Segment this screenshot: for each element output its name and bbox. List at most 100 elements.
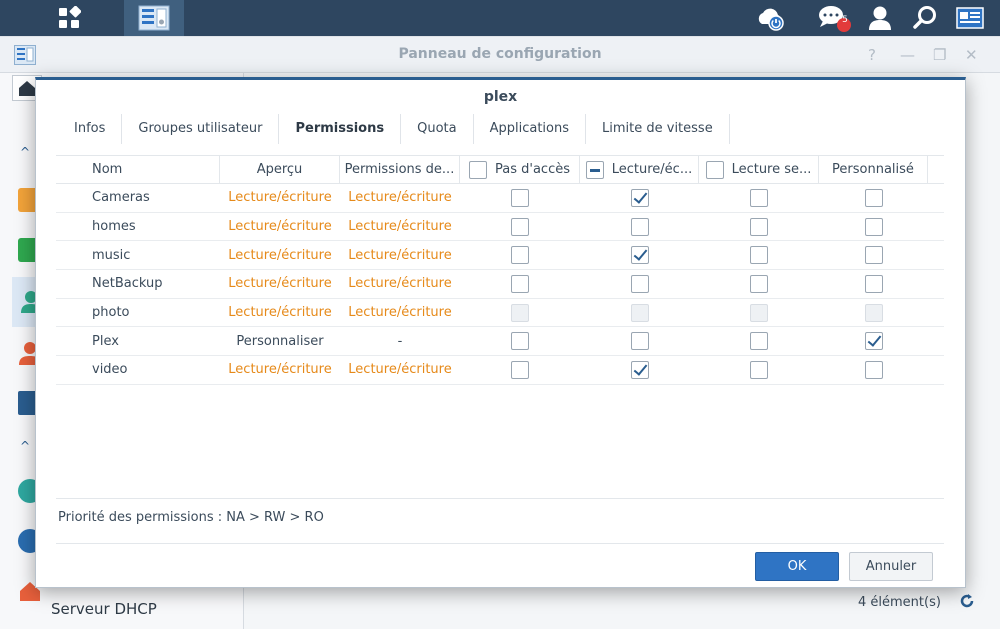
read-only-checkbox[interactable] xyxy=(750,188,768,207)
read-only-checkbox-cell xyxy=(699,213,819,241)
cloud-power-button[interactable] xyxy=(750,0,790,36)
tab-user-groups[interactable]: Groupes utilisateur xyxy=(122,114,280,144)
read-write-checkbox[interactable] xyxy=(630,217,649,236)
refresh-icon[interactable] xyxy=(958,592,976,610)
user-permissions-dialog: plex Infos Groupes utilisateur Permissio… xyxy=(35,77,966,588)
table-header: Nom Aperçu Permissions de... Pas d'accès… xyxy=(56,155,944,184)
control-panel-icon xyxy=(138,5,170,31)
read-write-checkbox[interactable] xyxy=(630,246,649,265)
tab-infos[interactable]: Infos xyxy=(58,114,123,144)
custom-checkbox-cell xyxy=(819,299,928,327)
close-icon[interactable]: ✕ xyxy=(965,46,978,64)
sidebar-item-dhcp-server[interactable]: Serveur DHCP xyxy=(51,600,157,618)
read-write-checkbox-cell xyxy=(580,270,699,298)
custom-checkbox-cell xyxy=(819,213,928,241)
select-all-no-access-checkbox[interactable] xyxy=(469,160,487,179)
no-access-checkbox[interactable] xyxy=(511,360,529,379)
maximize-icon[interactable]: ❐ xyxy=(933,46,946,64)
table-row[interactable]: photo Lecture/écriture Lecture/écriture xyxy=(56,299,944,328)
read-only-checkbox[interactable] xyxy=(750,246,768,265)
table-row[interactable]: music Lecture/écriture Lecture/écriture xyxy=(56,241,944,271)
divider xyxy=(56,543,944,544)
ok-button[interactable]: OK xyxy=(755,552,839,581)
cancel-button[interactable]: Annuler xyxy=(849,552,933,581)
custom-checkbox[interactable] xyxy=(864,188,883,207)
help-icon[interactable]: ? xyxy=(868,46,876,64)
column-header-no-access[interactable]: Pas d'accès xyxy=(460,156,580,183)
minimize-icon[interactable]: — xyxy=(900,46,915,64)
read-only-checkbox xyxy=(750,303,768,322)
column-header-read-write[interactable]: Lecture/éc... xyxy=(580,156,699,183)
no-access-checkbox[interactable] xyxy=(511,188,529,207)
no-access-checkbox-cell xyxy=(460,327,580,355)
read-write-checkbox-cell xyxy=(580,241,699,269)
read-only-checkbox[interactable] xyxy=(750,217,768,236)
user-menu-button[interactable] xyxy=(860,0,900,36)
widgets-icon xyxy=(956,7,984,29)
share-name: Cameras xyxy=(92,190,150,206)
search-icon xyxy=(913,6,936,29)
custom-checkbox[interactable] xyxy=(864,246,883,265)
read-write-checkbox[interactable] xyxy=(630,188,649,207)
read-write-checkbox-cell xyxy=(580,356,699,384)
dialog-tabs: Infos Groupes utilisateur Permissions Qu… xyxy=(58,114,730,144)
tab-quota[interactable]: Quota xyxy=(401,114,474,144)
column-header-custom[interactable]: Personnalisé xyxy=(819,156,928,183)
custom-checkbox[interactable] xyxy=(864,360,883,379)
table-row[interactable]: video Lecture/écriture Lecture/écriture xyxy=(56,356,944,385)
read-write-checkbox-cell xyxy=(580,327,699,355)
table-row[interactable]: NetBackup Lecture/écriture Lecture/écritur… xyxy=(56,270,944,299)
read-write-checkbox[interactable] xyxy=(630,332,649,351)
no-access-checkbox[interactable] xyxy=(511,217,529,236)
preview-permission: Lecture/écriture xyxy=(228,276,332,292)
column-header-group-permissions[interactable]: Permissions de... xyxy=(340,156,460,183)
chevron-up-icon[interactable]: ^ xyxy=(20,439,30,453)
select-all-read-write-checkbox[interactable] xyxy=(585,160,604,179)
read-only-checkbox-cell xyxy=(699,184,819,212)
permissions-table: Nom Aperçu Permissions de... Pas d'accès… xyxy=(56,155,944,385)
no-access-checkbox[interactable] xyxy=(511,274,529,293)
read-write-checkbox xyxy=(630,303,649,322)
read-only-checkbox[interactable] xyxy=(750,332,768,351)
notifications-button[interactable]: 5 xyxy=(815,0,855,36)
tab-speed-limit[interactable]: Limite de vitesse xyxy=(586,114,730,144)
column-header-preview[interactable]: Aperçu xyxy=(220,156,340,183)
widgets-button[interactable] xyxy=(950,0,990,36)
preview-permission: Lecture/écriture xyxy=(228,305,332,321)
select-all-read-only-checkbox[interactable] xyxy=(705,160,724,179)
no-access-checkbox[interactable] xyxy=(511,246,529,265)
search-button[interactable] xyxy=(905,0,945,36)
read-write-checkbox[interactable] xyxy=(630,360,649,379)
main-menu-button[interactable] xyxy=(42,0,96,36)
custom-checkbox[interactable] xyxy=(864,332,883,351)
preview-permission: Lecture/écriture xyxy=(228,362,332,378)
column-header-name[interactable]: Nom xyxy=(56,156,220,183)
no-access-checkbox[interactable] xyxy=(511,332,529,351)
share-name: music xyxy=(92,247,131,263)
custom-checkbox-cell xyxy=(819,327,928,355)
share-name: Plex xyxy=(92,333,119,349)
group-permission: Lecture/écriture xyxy=(348,190,452,206)
table-row[interactable]: Cameras Lecture/écriture Lecture/écriture xyxy=(56,184,944,213)
read-only-checkbox[interactable] xyxy=(750,274,768,293)
group-permission: Lecture/écriture xyxy=(348,247,452,263)
custom-checkbox[interactable] xyxy=(864,274,883,293)
chevron-up-icon[interactable]: ^ xyxy=(20,145,30,159)
preview-permission: Lecture/écriture xyxy=(228,219,332,235)
tab-applications[interactable]: Applications xyxy=(474,114,587,144)
column-header-read-only[interactable]: Lecture se... xyxy=(699,156,819,183)
read-write-checkbox-cell xyxy=(580,299,699,327)
read-only-checkbox[interactable] xyxy=(750,360,768,379)
read-only-checkbox-cell xyxy=(699,270,819,298)
preview-permission: Lecture/écriture xyxy=(228,190,332,206)
table-row[interactable]: Plex Personnaliser - xyxy=(56,327,944,357)
custom-checkbox[interactable] xyxy=(864,217,883,236)
taskbar-control-panel-button[interactable] xyxy=(124,0,184,36)
read-write-checkbox[interactable] xyxy=(630,274,649,293)
no-access-checkbox-cell xyxy=(460,270,580,298)
custom-checkbox-cell xyxy=(819,356,928,384)
tab-permissions[interactable]: Permissions xyxy=(279,114,402,144)
no-access-checkbox-cell xyxy=(460,299,580,327)
table-row[interactable]: homes Lecture/écriture Lecture/écriture xyxy=(56,213,944,242)
window-titlebar: Panneau de configuration ? — ❐ ✕ xyxy=(0,37,1000,73)
